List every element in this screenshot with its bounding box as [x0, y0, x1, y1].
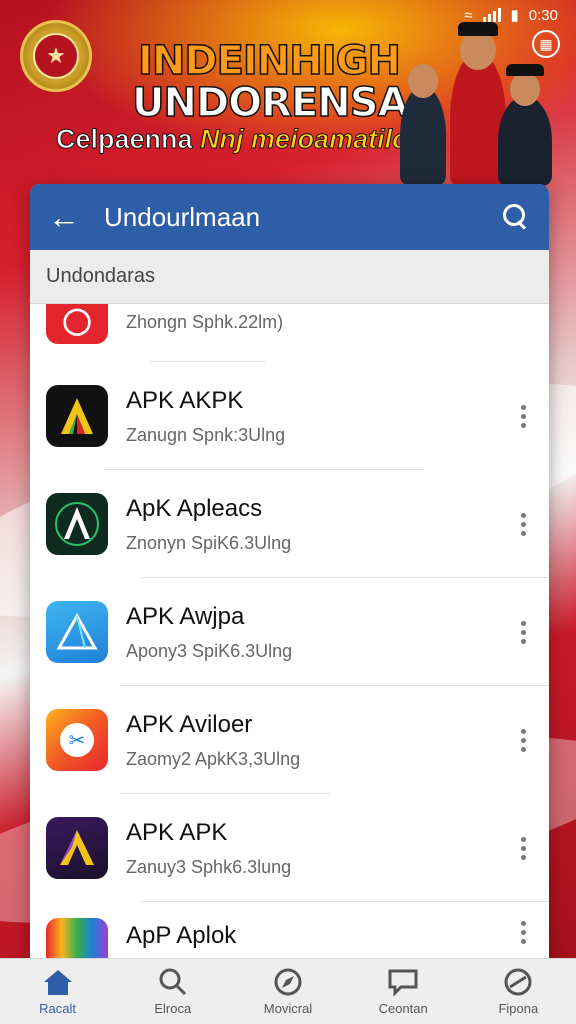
explore-icon: [272, 967, 304, 997]
banner-headline-1: INDEINHIGH: [137, 37, 401, 85]
nav-item-profile[interactable]: Fipona: [463, 967, 573, 1016]
search-icon[interactable]: [501, 202, 531, 232]
app-meta: Zanugn Spnk:3Ulng: [126, 424, 286, 445]
app-name: APK Aviloer: [126, 710, 253, 738]
list-item[interactable]: ◯ Zhongn Sphk.22lm): [30, 304, 549, 362]
nav-label: Elroca: [154, 1001, 192, 1016]
shield-icon[interactable]: ▦: [532, 30, 560, 58]
app-meta: Zaomy2 ApkK3,3Ulng: [126, 748, 301, 769]
orange-scissors-app-icon: ✂: [46, 709, 108, 771]
more-options-icon[interactable]: [511, 504, 535, 544]
app-meta: Zhongn Sphk.22lm): [126, 312, 284, 332]
nav-item-home[interactable]: Racalt: [3, 967, 113, 1016]
nav-item-search[interactable]: Elroca: [118, 967, 228, 1016]
app-list-card: ← Undourlmaan Undondaras ◯ Zhongn Sphk.2…: [30, 184, 549, 984]
red-app-icon: ◯: [46, 304, 108, 344]
list-item[interactable]: APK Awjpa Apony3 SpiK6.3Ulng: [30, 578, 549, 686]
green-a-app-icon: [46, 493, 108, 555]
list-item[interactable]: ApK Apleacs Znonyn SpiK6.3Ulng: [30, 470, 549, 578]
nav-item-messages[interactable]: Ceontan: [348, 967, 458, 1016]
list-item[interactable]: APK AKPK Zanugn Spnk:3Ulng: [30, 362, 549, 470]
section-header: Undondaras: [30, 250, 549, 304]
banner-subtitle-accent: Nnj meioamatiloa: [200, 124, 425, 155]
app-name: ApP Aplok: [126, 922, 237, 949]
nav-label: Ceontan: [378, 1001, 428, 1016]
app-name: APK Awjpa: [126, 602, 245, 630]
profile-icon: [502, 967, 534, 997]
search-icon: [157, 967, 189, 997]
list-item[interactable]: APK APK Zanuy3 Sphk6.3lung: [30, 794, 549, 902]
more-options-icon[interactable]: [511, 720, 535, 760]
message-icon: [387, 967, 419, 997]
rainbow-app-icon: [46, 918, 108, 958]
app-bar: ← Undourlmaan: [30, 184, 549, 250]
dark-a-app-icon: [46, 385, 108, 447]
app-list: ◯ Zhongn Sphk.22lm) APK AKPK Zanugn Spnk…: [30, 304, 549, 962]
purple-a-app-icon: [46, 817, 108, 879]
app-name: ApK Apleacs: [126, 494, 263, 522]
star-icon: ★: [33, 33, 79, 79]
app-meta: Apony3 SpiK6.3Ulng: [126, 640, 293, 661]
nav-item-explore[interactable]: Movicral: [233, 967, 343, 1016]
app-meta: Zanuy3 Sphk6.3lung: [126, 856, 292, 877]
banner-subtitle-plain: Celpaenna: [55, 124, 201, 155]
more-options-icon[interactable]: [511, 612, 535, 652]
nav-label: Racalt: [39, 1001, 77, 1016]
list-item[interactable]: ApP Aplok: [30, 902, 549, 962]
more-options-icon[interactable]: [511, 828, 535, 868]
list-item[interactable]: ✂ APK Aviloer Zaomy2 ApkK3,3Ulng: [30, 686, 549, 794]
bottom-nav: Racalt Elroca Movicral Ceontan Fipona: [0, 958, 576, 1024]
banner-headline-3: Celpaenna Nnj meioamatiloa: [55, 124, 425, 155]
nav-label: Fipona: [498, 1001, 539, 1016]
home-icon: [42, 967, 74, 997]
page-title: Undourlmaan: [104, 201, 261, 232]
app-name: APK AKPK: [126, 386, 244, 414]
section-header-label: Undondaras: [46, 265, 155, 287]
banner-headline-2: UNDORENSAA: [131, 79, 439, 127]
app-name: APK APK: [126, 818, 228, 846]
back-arrow-icon[interactable]: ←: [48, 199, 104, 236]
app-meta: Znonyn SpiK6.3Ulng: [126, 532, 292, 553]
blue-triangle-app-icon: [46, 601, 108, 663]
more-options-icon[interactable]: [511, 396, 535, 436]
promo-banner: ★ INDEINHIGH UNDORENSAA Celpaenna Nnj me…: [0, 0, 576, 188]
emblem-logo: ★: [20, 20, 92, 92]
nav-label: Movicral: [263, 1001, 313, 1016]
more-options-icon[interactable]: [511, 918, 535, 946]
